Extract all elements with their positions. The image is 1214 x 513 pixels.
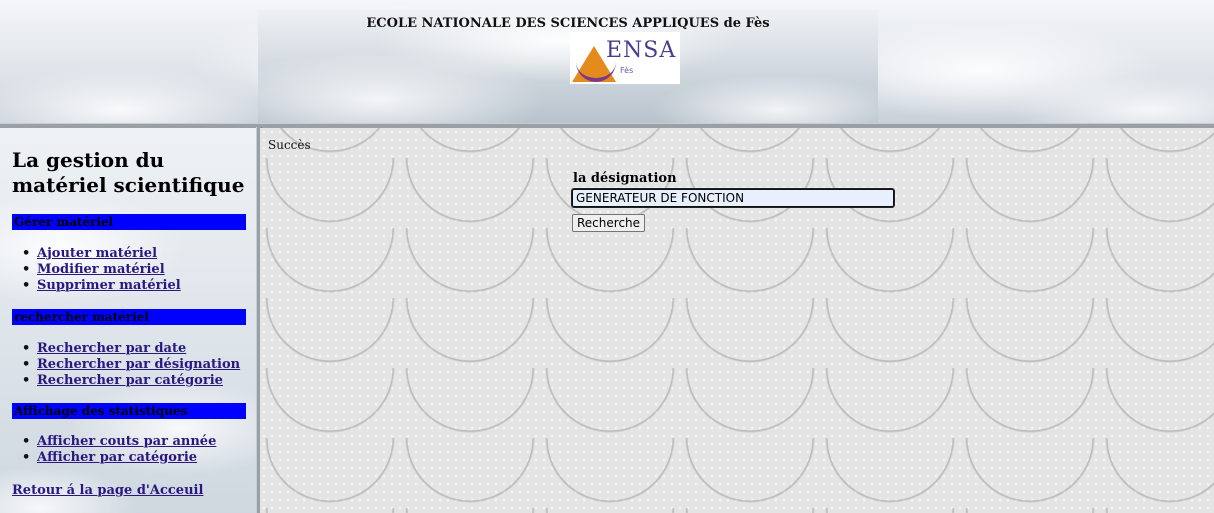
header-center-panel: ECOLE NATIONALE DES SCIENCES APPLIQUES d… xyxy=(258,10,878,124)
list-item: Supprimer matériel xyxy=(36,278,181,294)
section-heading-search: rechercher matériel xyxy=(12,309,246,325)
search-by-designation-link[interactable]: Rechercher par désignation xyxy=(37,357,240,372)
header-banner: ECOLE NATIONALE DES SCIENCES APPLIQUES d… xyxy=(0,0,1214,124)
search-button[interactable]: Recherche xyxy=(572,214,646,232)
add-material-link[interactable]: Ajouter matériel xyxy=(37,246,157,261)
by-category-link[interactable]: Afficher par catégorie xyxy=(37,450,197,465)
back-home-link[interactable]: Retour á la page d'Acceuil xyxy=(12,483,203,498)
sidebar-title: La gestion du matériel scientifique xyxy=(12,148,245,197)
status-message: Succès xyxy=(268,138,311,152)
logo-text: ENSA xyxy=(606,38,677,63)
logo-subtext: Fès xyxy=(620,66,634,75)
list-item: Afficher par catégorie xyxy=(36,450,216,466)
list-item: Rechercher par catégorie xyxy=(36,373,240,389)
manage-menu: Ajouter matériel Modifier matériel Suppr… xyxy=(36,246,181,294)
section-heading-manage: Gérer matériel xyxy=(12,214,246,230)
sidebar: La gestion du matériel scientifique Gére… xyxy=(0,128,256,513)
designation-label: la désignation xyxy=(573,171,677,186)
search-by-date-link[interactable]: Rechercher par date xyxy=(37,341,186,356)
list-item: Rechercher par désignation xyxy=(36,357,240,373)
search-by-category-link[interactable]: Rechercher par catégorie xyxy=(37,373,223,388)
section-heading-statistics: Affichage des statistiques xyxy=(12,403,246,419)
main-content: Succès la désignation Recherche xyxy=(260,128,1214,513)
delete-material-link[interactable]: Supprimer matériel xyxy=(37,278,181,293)
statistics-menu: Afficher couts par année Afficher par ca… xyxy=(36,434,216,466)
edit-material-link[interactable]: Modifier matériel xyxy=(37,262,165,277)
ensa-logo: ENSA Fès xyxy=(570,32,680,84)
search-menu: Rechercher par date Rechercher par désig… xyxy=(36,341,240,389)
list-item: Rechercher par date xyxy=(36,341,240,357)
designation-search-input[interactable] xyxy=(571,188,895,208)
list-item: Afficher couts par année xyxy=(36,434,216,450)
school-title: ECOLE NATIONALE DES SCIENCES APPLIQUES d… xyxy=(366,16,770,31)
list-item: Modifier matériel xyxy=(36,262,181,278)
list-item: Ajouter matériel xyxy=(36,246,181,262)
costs-per-year-link[interactable]: Afficher couts par année xyxy=(37,434,216,449)
